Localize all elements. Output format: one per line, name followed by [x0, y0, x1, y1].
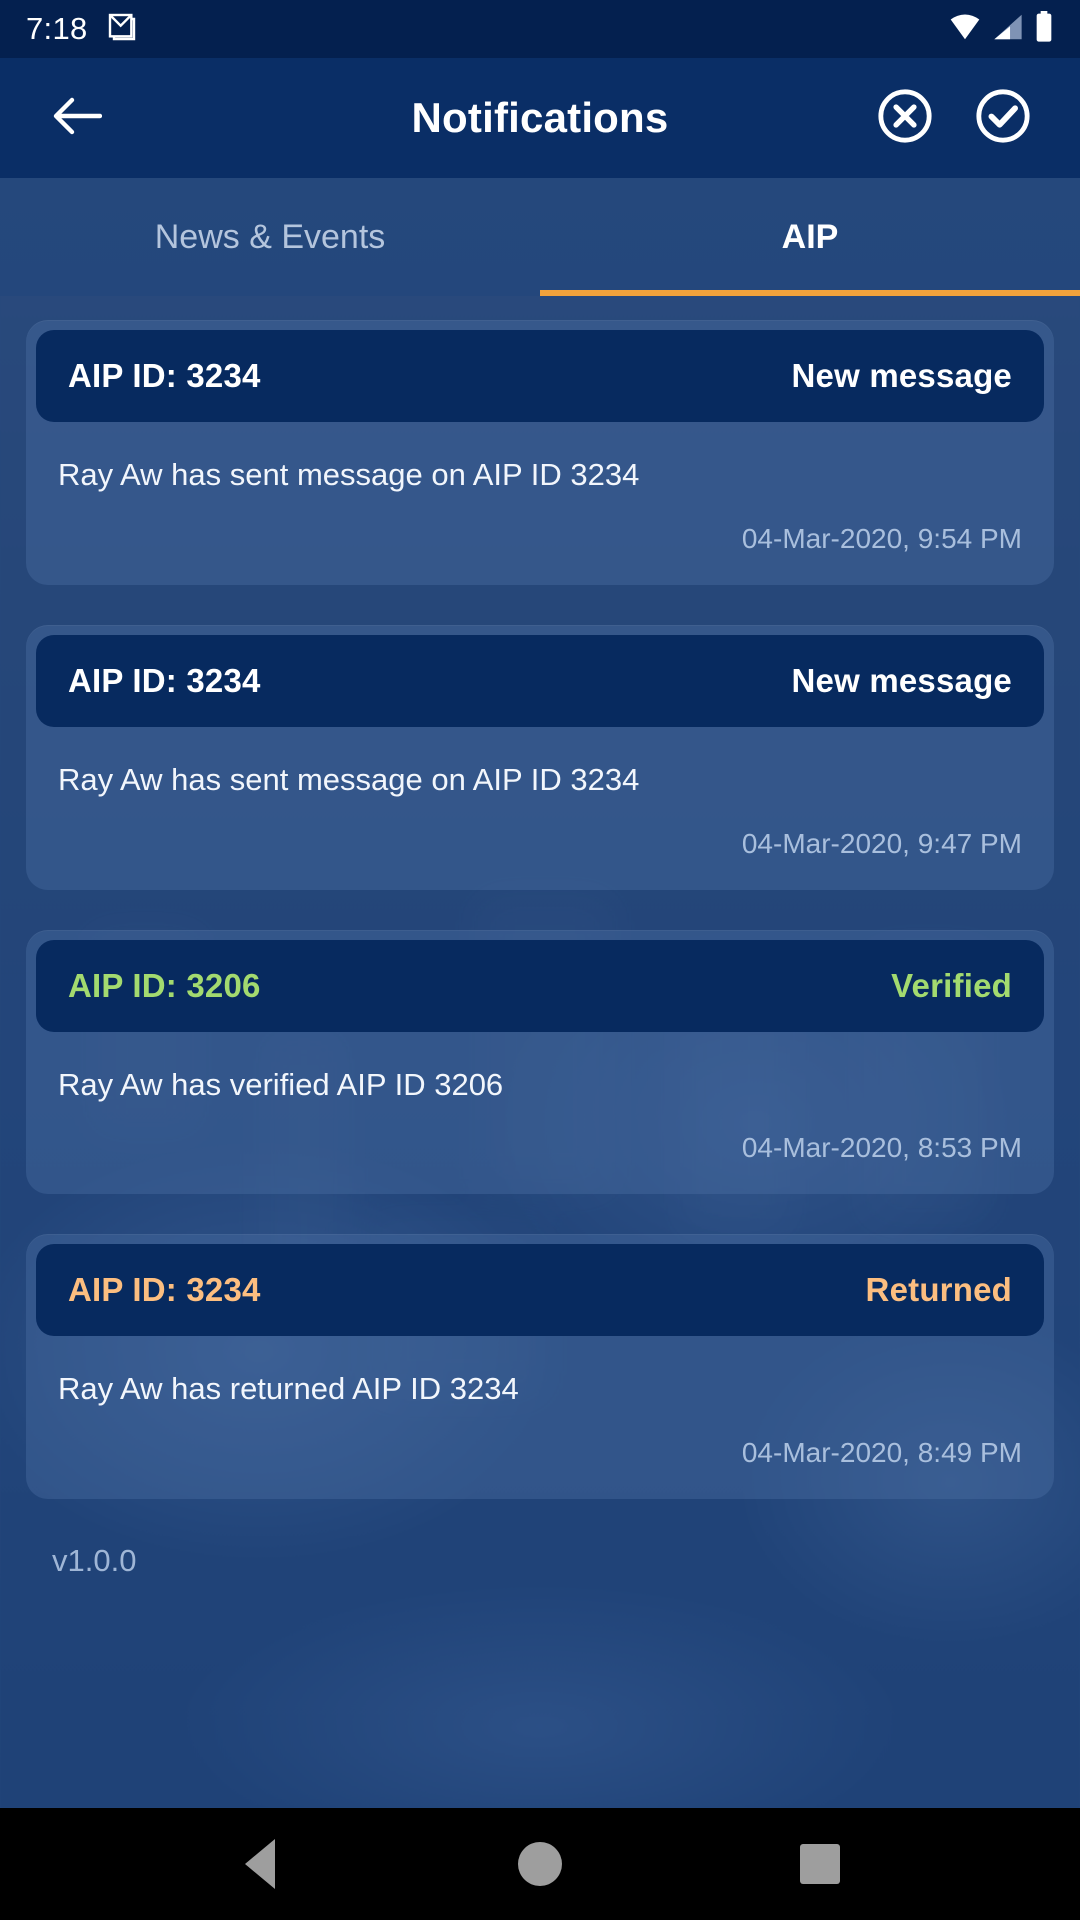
cellular-signal-icon: [991, 12, 1025, 47]
notification-timestamp: 04-Mar-2020, 8:49 PM: [741, 1437, 1022, 1468]
notification-card-header: AIP ID: 3206 Verified: [36, 939, 1044, 1032]
notification-timestamp: 04-Mar-2020, 9:47 PM: [741, 827, 1022, 859]
nav-back-button[interactable]: [205, 1809, 315, 1919]
notification-status-badge: Returned: [865, 1271, 1012, 1309]
tab-news-events[interactable]: News & Events: [0, 178, 540, 296]
status-bar-left: 7:18: [26, 11, 138, 48]
notification-aip-id: AIP ID: 3234: [68, 1271, 261, 1309]
notification-message: Ray Aw has returned AIP ID 3234: [58, 1371, 519, 1407]
status-clock: 7:18: [26, 11, 88, 46]
notification-card[interactable]: AIP ID: 3206 Verified Ray Aw has verifie…: [26, 929, 1054, 1195]
nav-back-icon: [245, 1839, 275, 1889]
notification-card-header: AIP ID: 3234 Returned: [36, 1244, 1044, 1337]
notification-list: AIP ID: 3234 New message Ray Aw has sent…: [0, 296, 1080, 1499]
battery-icon: [1034, 10, 1054, 48]
tab-bar: News & Events AIP: [0, 178, 1080, 296]
notification-message: Ray Aw has verified AIP ID 3206: [58, 1066, 504, 1102]
notification-status-badge: New message: [791, 661, 1012, 699]
notification-aip-id: AIP ID: 3234: [68, 661, 261, 699]
clear-all-button[interactable]: [876, 87, 934, 150]
notification-card[interactable]: AIP ID: 3234 New message Ray Aw has sent…: [26, 624, 1054, 890]
notification-aip-id: AIP ID: 3206: [68, 966, 261, 1004]
notification-timestamp: 04-Mar-2020, 9:54 PM: [741, 522, 1022, 554]
app-bar-actions: [876, 87, 1032, 150]
app-version-label: v1.0.0: [52, 1543, 137, 1578]
notification-card-header: AIP ID: 3234 New message: [36, 634, 1044, 727]
status-bar-right: [948, 10, 1054, 48]
notification-timestamp: 04-Mar-2020, 8:53 PM: [741, 1132, 1022, 1164]
tab-aip[interactable]: AIP: [540, 178, 1080, 296]
app-bar: Notifications: [0, 58, 1080, 178]
notification-card-header: AIP ID: 3234 New message: [36, 330, 1044, 422]
tab-aip-label: AIP: [781, 217, 839, 256]
nav-recents-icon: [800, 1844, 840, 1884]
content-area: News & Events AIP AIP ID: 3234 New messa…: [0, 178, 1080, 1808]
notification-card[interactable]: AIP ID: 3234 New message Ray Aw has sent…: [26, 320, 1054, 585]
mark-all-read-button[interactable]: [974, 87, 1032, 150]
check-circle-icon: [974, 88, 1032, 149]
back-button[interactable]: [40, 82, 112, 154]
back-arrow-icon: [50, 94, 103, 143]
notification-status-badge: Verified: [891, 966, 1012, 1004]
android-navigation-bar: [0, 1808, 1080, 1920]
notification-message: Ray Aw has sent message on AIP ID 3234: [58, 457, 640, 492]
wifi-icon: [948, 12, 982, 47]
nav-home-button[interactable]: [485, 1809, 595, 1919]
tab-news-events-label: News & Events: [154, 217, 386, 256]
notification-status-badge: New message: [791, 357, 1012, 394]
phone-screen: 7:18 Notifications News & Events AIP AIP…: [0, 0, 1080, 1920]
nav-recents-button[interactable]: [765, 1809, 875, 1919]
notification-card[interactable]: AIP ID: 3234 Returned Ray Aw has returne…: [26, 1234, 1054, 1499]
gmail-icon: [106, 11, 138, 48]
notification-message: Ray Aw has sent message on AIP ID 3234: [58, 761, 640, 797]
close-circle-icon: [876, 88, 934, 149]
notification-aip-id: AIP ID: 3234: [68, 357, 261, 394]
nav-home-icon: [518, 1842, 562, 1886]
status-bar: 7:18: [0, 0, 1080, 58]
